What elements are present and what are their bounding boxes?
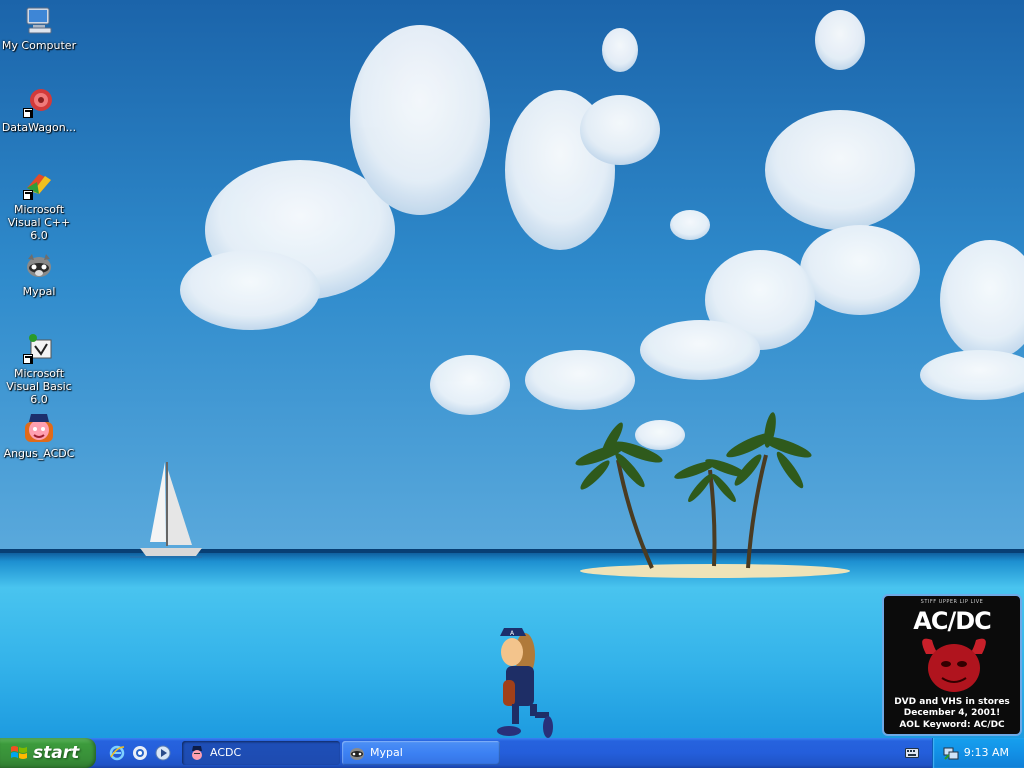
media-player-icon[interactable] [155,745,171,761]
wallpaper-tropical-island: A [0,0,1024,738]
mypal-icon [23,250,55,282]
ad-band-logo: AC/DC [913,607,992,635]
task-button-mypal[interactable]: Mypal [342,741,500,765]
ad-aol-keyword[interactable]: AOL Keyword: AC/DC [884,720,1020,730]
start-label: start [33,743,80,763]
desktop-icon-label: Mypal [22,285,56,298]
desktop-icon-mypal[interactable]: Mypal [0,250,78,298]
desktop-icon-visual-basic[interactable]: Microsoft Visual Basic 6.0 [0,332,78,406]
ad-release-line-2: December 4, 2001! [903,708,1001,718]
acdc-ad-panel[interactable]: STIFF UPPER LIP LIVE AC/DC DVD and VHS i… [882,594,1022,736]
outlook-express-icon[interactable] [132,745,148,761]
keyboard-layout-icon[interactable] [905,747,919,759]
clock[interactable]: 9:13 AM [964,738,1009,768]
taskbar: start ACDC Mypal 9:13 AM [0,738,1024,768]
shortcut-arrow-icon [23,108,33,118]
network-connection-icon[interactable] [943,745,959,761]
desktop-icon-label: Microsoft Visual Basic 6.0 [6,367,72,406]
task-label: Mypal [370,746,403,759]
angus-acdc-icon [192,746,202,760]
desktop-icon-label: My Computer [1,39,77,52]
angus-acdc-icon [23,412,55,444]
ad-release-line-1: DVD and VHS in stores [894,697,1010,707]
desktop-icon-datawagon[interactable]: DataWagon... [0,86,78,134]
desktop-icon-angus-acdc[interactable]: Angus_ACDC [0,412,78,460]
devil-head-image [922,638,986,692]
ad-tagline: STIFF UPPER LIP LIVE [920,599,984,605]
ad-release-text: DVD and VHS in stores December 4, 2001! [884,697,1020,719]
desktop-icon-label: Microsoft Visual C++ 6.0 [7,203,71,242]
desktop-icon-my-computer[interactable]: My Computer [0,4,78,52]
desktop-icon-label: DataWagon... [1,121,77,134]
task-label: ACDC [210,746,242,759]
shortcut-arrow-icon [23,190,33,200]
desktop-icon-label: Angus_ACDC [3,447,75,460]
visual-basic-icon [23,332,55,364]
system-tray: 9:13 AM [932,738,1024,768]
start-button[interactable]: start [0,738,96,768]
windows-flag-icon [11,746,27,759]
shortcut-arrow-icon [23,354,33,364]
visual-cpp-icon [23,168,55,200]
desktop[interactable]: A My Computer DataWagon... Microsoft Vis… [0,0,1024,738]
ie-icon[interactable] [109,745,125,761]
task-button-acdc[interactable]: ACDC [182,741,340,765]
mypal-icon [350,748,364,760]
datawagon-icon [23,86,55,118]
desktop-icon-visual-cpp[interactable]: Microsoft Visual C++ 6.0 [0,168,78,242]
my-computer-icon [23,4,55,36]
